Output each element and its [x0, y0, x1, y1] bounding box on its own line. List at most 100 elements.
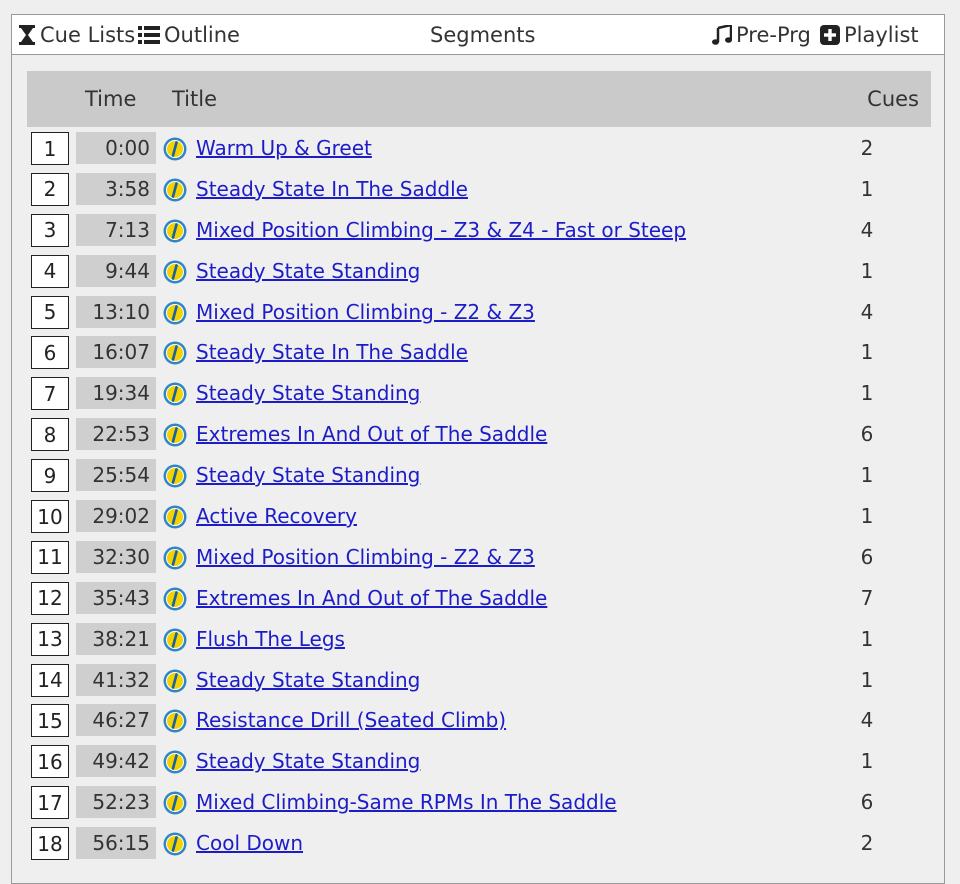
music-note-icon: [712, 24, 732, 45]
segment-title-link[interactable]: Steady State In The Saddle: [196, 336, 468, 368]
segment-title-link[interactable]: Mixed Climbing-Same RPMs In The Saddle: [196, 786, 617, 818]
info-icon[interactable]: [163, 832, 187, 856]
info-icon[interactable]: [163, 669, 187, 693]
table-row: 8 22:53 Extremes In And Out of The Saddle 6: [27, 416, 931, 457]
segment-cue-count: 2: [860, 136, 874, 160]
hourglass-icon: [18, 24, 36, 45]
segment-title-link[interactable]: Mixed Position Climbing - Z3 & Z4 - Fast…: [196, 214, 686, 246]
segment-cue-count: 4: [860, 708, 874, 733]
info-icon[interactable]: [163, 301, 187, 325]
segment-number: 4: [31, 254, 69, 288]
table-row: 15 46:27 Resistance Drill (Seated Climb) 4: [27, 702, 931, 743]
segment-cue-count: 1: [860, 667, 874, 692]
table-row: 13 38:21 Flush The Legs 1: [27, 621, 931, 662]
cue-lists-button[interactable]: Cue Lists: [18, 15, 135, 54]
segment-number: 5: [31, 295, 69, 329]
segment-cue-count: 1: [860, 340, 874, 365]
segment-time: 38:21: [76, 622, 156, 655]
info-icon[interactable]: [163, 341, 187, 365]
info-icon[interactable]: [163, 137, 187, 161]
segment-number: 3: [31, 213, 69, 247]
segment-number: 18: [31, 827, 69, 861]
table-row: 16 49:42 Steady State Standing 1: [27, 743, 931, 784]
info-icon[interactable]: [163, 628, 187, 652]
segment-cue-count: 1: [860, 176, 874, 201]
table-row: 17 52:23 Mixed Climbing-Same RPMs In The S…: [27, 784, 931, 825]
segment-number: 14: [31, 663, 69, 697]
info-icon[interactable]: [163, 464, 187, 488]
segment-cue-count: 1: [860, 626, 874, 651]
info-icon[interactable]: [163, 260, 187, 284]
table-row: 6 16:07 Steady State In The Saddle 1: [27, 334, 931, 375]
segment-time: 49:42: [76, 745, 156, 778]
segment-title-link[interactable]: Warm Up & Greet: [196, 132, 372, 164]
segment-time: 9:44: [76, 254, 156, 287]
segment-title-link[interactable]: Flush The Legs: [196, 623, 345, 655]
cue-lists-label: Cue Lists: [40, 22, 136, 47]
table-row: 1 0:00 Warm Up & Greet 2: [27, 130, 931, 171]
segment-time: 22:53: [76, 418, 156, 451]
segment-time: 46:27: [76, 704, 156, 737]
segment-number: 15: [31, 704, 69, 738]
info-icon[interactable]: [163, 505, 187, 529]
segment-title-link[interactable]: Mixed Position Climbing - Z2 & Z3: [196, 296, 535, 328]
pre-prg-button[interactable]: Pre-Prg: [712, 15, 811, 54]
segment-title-link[interactable]: Steady State Standing: [196, 745, 420, 777]
segment-title-link[interactable]: Extremes In And Out of The Saddle: [196, 582, 547, 614]
segment-time: 41:32: [76, 663, 156, 696]
cues-column-header: Cues: [867, 87, 919, 111]
segment-title-link[interactable]: Steady State Standing: [196, 255, 420, 287]
info-icon[interactable]: [163, 423, 187, 447]
table-row: 7 19:34 Steady State Standing 1: [27, 375, 931, 416]
info-icon[interactable]: [163, 178, 187, 202]
outline-button[interactable]: Outline: [138, 15, 240, 54]
table-row: 14 41:32 Steady State Standing 1: [27, 662, 931, 703]
segment-title-link[interactable]: Steady State In The Saddle: [196, 173, 468, 205]
info-icon[interactable]: [163, 791, 187, 815]
table-row: 12 35:43 Extremes In And Out of The Saddle…: [27, 580, 931, 621]
segment-title-link[interactable]: Cool Down: [196, 827, 303, 859]
segment-number: 1: [31, 132, 69, 165]
info-icon[interactable]: [163, 546, 187, 570]
segment-number: 13: [31, 622, 69, 656]
segments-title: Segments: [430, 15, 535, 54]
list-icon: [138, 25, 160, 44]
segment-cue-count: 6: [860, 544, 874, 569]
segment-cue-count: 4: [860, 217, 874, 242]
segment-cue-count: 6: [860, 422, 874, 447]
time-column-header: Time: [85, 87, 137, 111]
segment-number: 12: [31, 581, 69, 615]
segment-cue-count: 1: [860, 463, 874, 488]
segment-time: 13:10: [76, 295, 156, 328]
segment-time: 29:02: [76, 500, 156, 533]
segment-number: 6: [31, 336, 69, 370]
segment-cue-count: 1: [860, 504, 874, 529]
table-header: Time Title Cues: [27, 71, 931, 127]
segment-cue-count: 4: [860, 299, 874, 324]
segment-title-link[interactable]: Steady State Standing: [196, 459, 420, 491]
segment-time: 35:43: [76, 581, 156, 614]
top-nav-bar: Cue Lists Outline Segments Pre-Prg Playl…: [12, 15, 944, 55]
segment-title-link[interactable]: Active Recovery: [196, 500, 357, 532]
segment-number: 7: [31, 377, 69, 411]
segments-label: Segments: [430, 22, 536, 47]
segment-time: 16:07: [76, 336, 156, 369]
segments-panel: Cue Lists Outline Segments Pre-Prg Playl…: [11, 14, 945, 884]
info-icon[interactable]: [163, 587, 187, 611]
info-icon[interactable]: [163, 750, 187, 774]
segment-title-link[interactable]: Steady State Standing: [196, 377, 420, 409]
segment-number: 10: [31, 500, 69, 534]
segment-number: 8: [31, 418, 69, 452]
playlist-button[interactable]: Playlist: [820, 15, 919, 54]
segment-title-link[interactable]: Extremes In And Out of The Saddle: [196, 418, 547, 450]
segment-time: 0:00: [76, 132, 156, 164]
segment-title-link[interactable]: Resistance Drill (Seated Climb): [196, 704, 506, 736]
info-icon[interactable]: [163, 219, 187, 243]
info-icon[interactable]: [163, 382, 187, 406]
table-row: 4 9:44 Steady State Standing 1: [27, 253, 931, 294]
segment-title-link[interactable]: Mixed Position Climbing - Z2 & Z3: [196, 541, 535, 573]
segment-title-link[interactable]: Steady State Standing: [196, 664, 420, 696]
table-row: 10 29:02 Active Recovery 1: [27, 498, 931, 539]
info-icon[interactable]: [163, 709, 187, 733]
title-column-header: Title: [172, 87, 218, 111]
